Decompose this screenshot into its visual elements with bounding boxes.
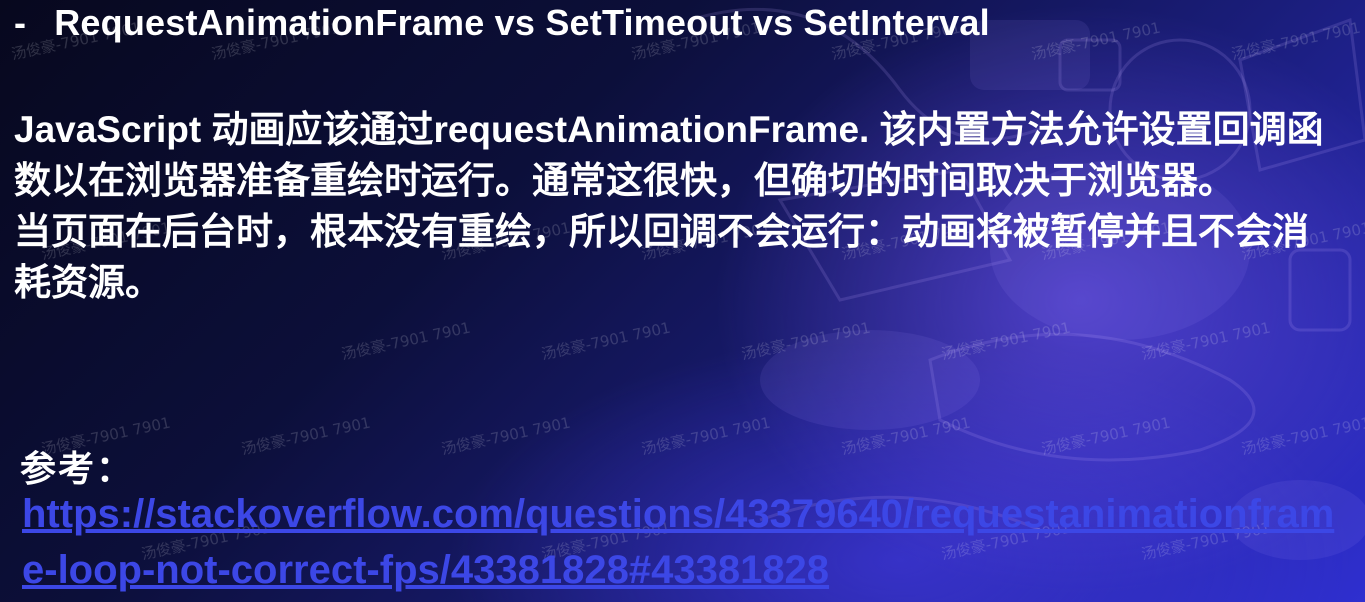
reference-label: 参考：: [20, 448, 135, 489]
paragraph: JavaScript 动画应该通过requestAnimationFrame. …: [14, 109, 1324, 201]
reference-link[interactable]: https://stackoverflow.com/questions/4337…: [22, 486, 1347, 598]
paragraph: 当页面在后台时，根本没有重绘，所以回调不会运行：动画将被暂停并且不会消耗资源。: [14, 211, 1309, 303]
heading-bullet: -: [14, 2, 27, 43]
heading-text: RequestAnimationFrame vs SetTimeout vs S…: [54, 2, 990, 43]
slide: - RequestAnimationFrame vs SetTimeout vs …: [0, 0, 1365, 602]
slide-body: JavaScript 动画应该通过requestAnimationFrame. …: [14, 104, 1334, 308]
slide-heading: - RequestAnimationFrame vs SetTimeout vs …: [14, 2, 990, 44]
